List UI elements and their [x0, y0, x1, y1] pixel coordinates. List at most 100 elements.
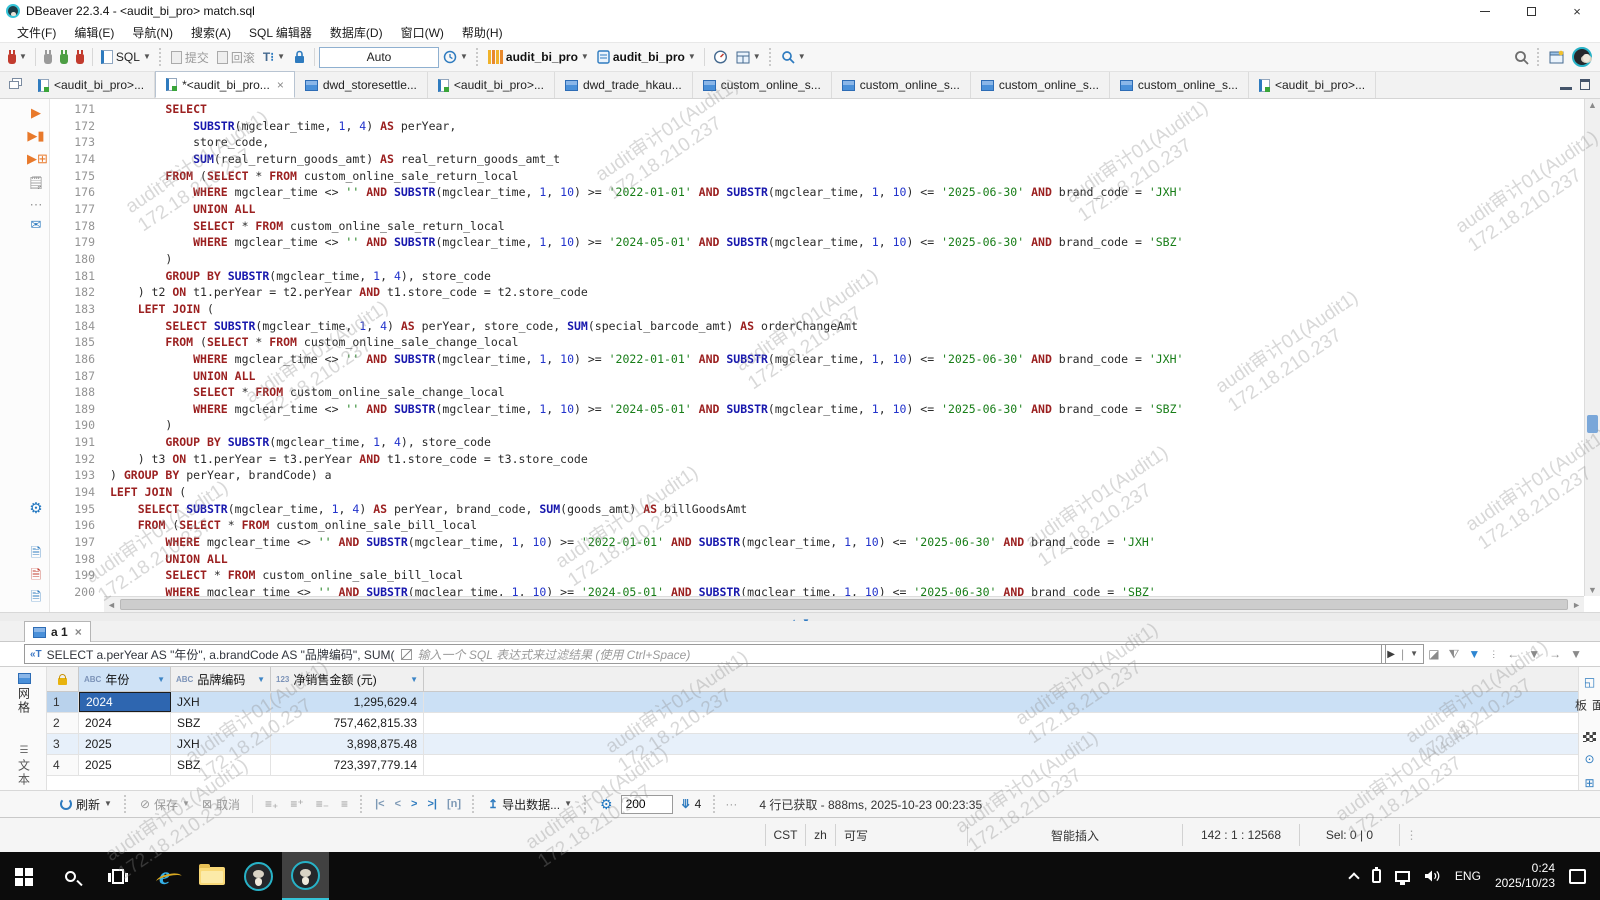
dbeaver-taskbar-button[interactable] — [235, 852, 282, 900]
refresh-button[interactable]: 刷新▼ — [56, 794, 116, 815]
close-button[interactable]: × — [1554, 0, 1600, 22]
edit-row-button[interactable]: ≡ — [337, 795, 352, 813]
column-header[interactable]: ABC年份▼ — [79, 667, 171, 691]
internet-explorer-button[interactable]: e — [141, 852, 188, 900]
editor-tab[interactable]: custom_online_s... — [693, 72, 832, 98]
editor-tab[interactable]: custom_online_s... — [971, 72, 1110, 98]
sql-code-area[interactable]: SELECT SUBSTR(mgclear_time, 1, 4) AS per… — [110, 101, 1584, 598]
editor-horizontal-scrollbar[interactable]: ◄ ► — [104, 596, 1584, 612]
view-tab-text[interactable]: ☰ 文本 — [8, 745, 40, 787]
restore-panel-button[interactable] — [0, 71, 28, 98]
scroll-up-icon[interactable]: ▲ — [1588, 100, 1597, 110]
grid-cell[interactable]: 757,462,815.33 — [271, 713, 424, 733]
hscroll-thumb[interactable] — [120, 599, 1568, 610]
view-tab-grid[interactable]: 网格 — [8, 673, 40, 715]
export-button[interactable]: ↥导出数据...▼ — [484, 794, 576, 815]
editor-vertical-scrollbar[interactable]: ▲ ▼ — [1584, 99, 1600, 596]
prev-page-button[interactable]: < — [392, 798, 404, 810]
scroll-right-icon[interactable]: ► — [1572, 599, 1581, 611]
network-icon[interactable] — [1395, 871, 1410, 882]
row-number[interactable]: 2 — [47, 713, 79, 733]
database-selector[interactable]: audit_bi_pro▼ — [593, 47, 700, 67]
autocommit-select[interactable]: Auto — [319, 47, 439, 68]
sql-editor-button[interactable]: SQL▼ — [97, 47, 155, 67]
delete-row-button[interactable]: ≡₋ — [312, 795, 333, 813]
editor-tab[interactable]: <audit_bi_pro>... — [1249, 72, 1376, 98]
panel-settings-icon[interactable]: ◱ — [1584, 675, 1595, 689]
apply-filter-button[interactable]: ▶ | ▼ — [1381, 644, 1424, 664]
erase-filter-icon[interactable]: ◪ — [1428, 647, 1439, 661]
grid-cell[interactable]: JXH — [171, 692, 271, 712]
grid-cell[interactable]: 2025 — [79, 755, 171, 775]
profile-avatar[interactable] — [1568, 44, 1596, 70]
more-actions-icon[interactable]: ⋯ — [27, 197, 45, 213]
table-row[interactable]: 42025SBZ723,397,779.14 — [47, 755, 1578, 776]
select-all-corner[interactable] — [47, 667, 79, 691]
grid-cell[interactable]: 2024 — [79, 713, 171, 733]
menu-navigate[interactable]: 导航(N) — [123, 22, 182, 43]
tab-close-icon[interactable]: × — [277, 78, 284, 92]
transaction-mode-button[interactable]: T⁝▼ — [259, 47, 289, 67]
sort-arrow-icon[interactable]: ▼ — [410, 675, 418, 684]
execute-statement-icon[interactable]: ▶ — [27, 105, 45, 121]
menu-edit[interactable]: 编辑(E) — [65, 22, 123, 43]
column-header[interactable]: 123净销售金额 (元)▼ — [271, 667, 424, 691]
settings-gear-icon[interactable]: ⚙ — [27, 501, 45, 517]
next-page-button[interactable]: > — [408, 798, 420, 810]
row-number[interactable]: 1 — [47, 692, 79, 712]
editor-tab[interactable]: *<audit_bi_pro...× — [155, 71, 295, 98]
disconnect-button[interactable] — [72, 48, 88, 67]
task-view-button[interactable] — [94, 852, 141, 900]
table-row[interactable]: 32025JXH3,898,875.48 — [47, 734, 1578, 755]
minimize-button[interactable] — [1462, 0, 1508, 22]
nav-forward-menu-icon[interactable]: ▼ — [1570, 650, 1582, 658]
result-grid[interactable]: ABC年份▼ABC品牌编码▼123净销售金额 (元)▼12024JXH1,295… — [47, 667, 1578, 790]
grid-settings-button[interactable]: ⚙ — [596, 794, 617, 815]
query-history-button[interactable]: ▼ — [439, 47, 472, 67]
save-button[interactable]: ⊘保存▼ — [136, 794, 194, 815]
sort-arrow-icon[interactable]: ▼ — [257, 675, 265, 684]
row-number[interactable]: 3 — [47, 734, 79, 754]
last-page-button[interactable]: >| — [424, 798, 440, 810]
file-explorer-button[interactable] — [188, 852, 235, 900]
layout-button[interactable]: ▼ — [732, 48, 765, 67]
status-caret-position[interactable]: 142 : 1 : 12568 — [1182, 824, 1299, 846]
value-viewer-icon[interactable]: ⊙ — [1584, 752, 1594, 766]
action-center-icon[interactable] — [1569, 869, 1586, 884]
grid-cell[interactable]: SBZ — [171, 755, 271, 775]
scroll-down-icon[interactable]: ▼ — [1588, 585, 1597, 595]
execute-script-icon[interactable]: ▶▮ — [27, 128, 45, 144]
results-tab-close-icon[interactable]: × — [75, 625, 82, 639]
editor-tab[interactable]: custom_online_s... — [832, 72, 971, 98]
remove-filter-icon[interactable]: ⧨ — [1449, 647, 1460, 662]
execute-new-tab-icon[interactable]: ▶⊞ — [27, 151, 45, 167]
perspective-button[interactable] — [1545, 47, 1568, 67]
editor-tab[interactable]: <audit_bi_pro>... — [28, 72, 155, 98]
sort-arrow-icon[interactable]: ▼ — [157, 675, 165, 684]
overflow-dots-icon[interactable]: ··· — [725, 797, 737, 811]
menu-help[interactable]: 帮助(H) — [453, 22, 512, 43]
filter-input[interactable]: «T SELECT a.perYear AS "年份", a.brandCode… — [24, 644, 1386, 664]
editor-results-splitter[interactable]: ▲▼ — [0, 612, 1600, 621]
reconnect-button[interactable] — [56, 48, 72, 67]
start-button[interactable] — [0, 852, 47, 900]
dashboard-button[interactable] — [709, 47, 732, 67]
table-row[interactable]: 22024SBZ757,462,815.33 — [47, 713, 1578, 734]
nav-back-icon[interactable]: ← — [1507, 647, 1519, 661]
row-number[interactable]: 4 — [47, 755, 79, 775]
grid-cell[interactable]: 2025 — [79, 734, 171, 754]
usb-device-icon[interactable] — [1372, 869, 1381, 883]
export-result-icon[interactable]: ✉ — [27, 217, 45, 233]
rollback-button[interactable]: 回滚 — [213, 46, 259, 69]
explain-plan-icon[interactable]: 🗒 — [27, 175, 45, 191]
input-language[interactable]: ENG — [1455, 869, 1481, 883]
first-page-button[interactable]: |< — [372, 798, 388, 810]
volume-icon[interactable] — [1424, 869, 1441, 883]
minimize-editor-icon[interactable] — [1560, 87, 1572, 90]
metadata-grid-icon[interactable]: ⊞ — [1584, 776, 1594, 790]
expand-filter-icon[interactable] — [401, 649, 412, 660]
add-row-button[interactable]: ≡₊ — [261, 795, 282, 813]
commit-button[interactable]: 提交 — [167, 46, 213, 69]
taskbar-search-button[interactable] — [47, 852, 94, 900]
grid-cell[interactable]: SBZ — [171, 713, 271, 733]
